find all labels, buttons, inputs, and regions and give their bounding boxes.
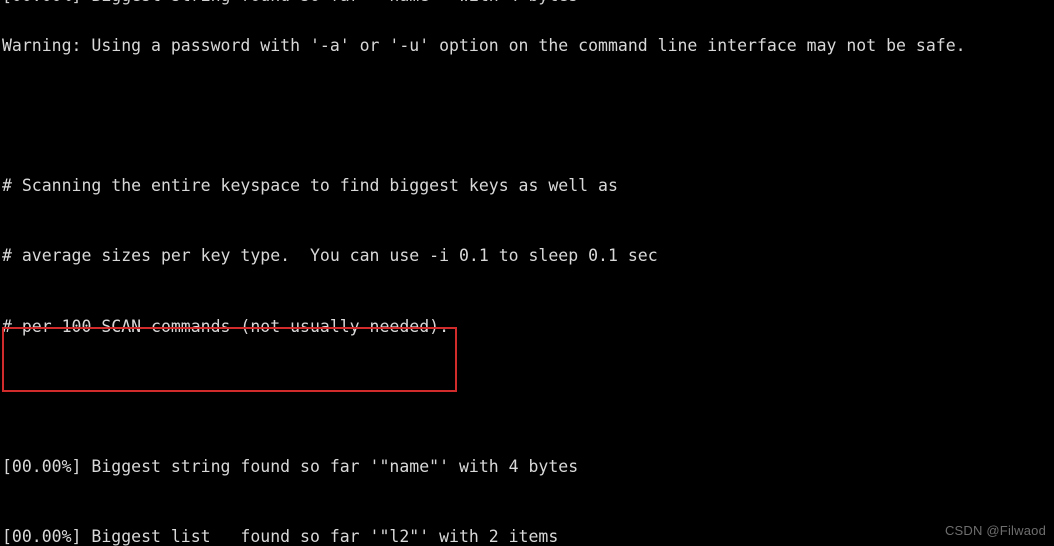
terminal-line-4: # per 100 SCAN commands (not usually nee… [2,316,450,336]
terminal-line-6: [00.00%] Biggest string found so far '"n… [2,457,579,477]
terminal-window[interactable]: [00.00%] Biggest string found so far '"n… [0,0,1054,546]
terminal-line-1 [2,104,966,127]
terminal-line-7: [00.00%] Biggest list found so far '"l2"… [2,527,559,546]
watermark-label: CSDN @Filwaod [944,522,1046,538]
terminal-line-2: # Scanning the entire keyspace to find b… [2,176,618,196]
terminal-line-0: Warning: Using a password with '-a' or '… [2,35,966,55]
terminal-line-5 [2,385,966,408]
terminal-line-3: # average sizes per key type. You can us… [2,246,658,266]
terminal-output: Warning: Using a password with '-a' or '… [2,0,966,546]
